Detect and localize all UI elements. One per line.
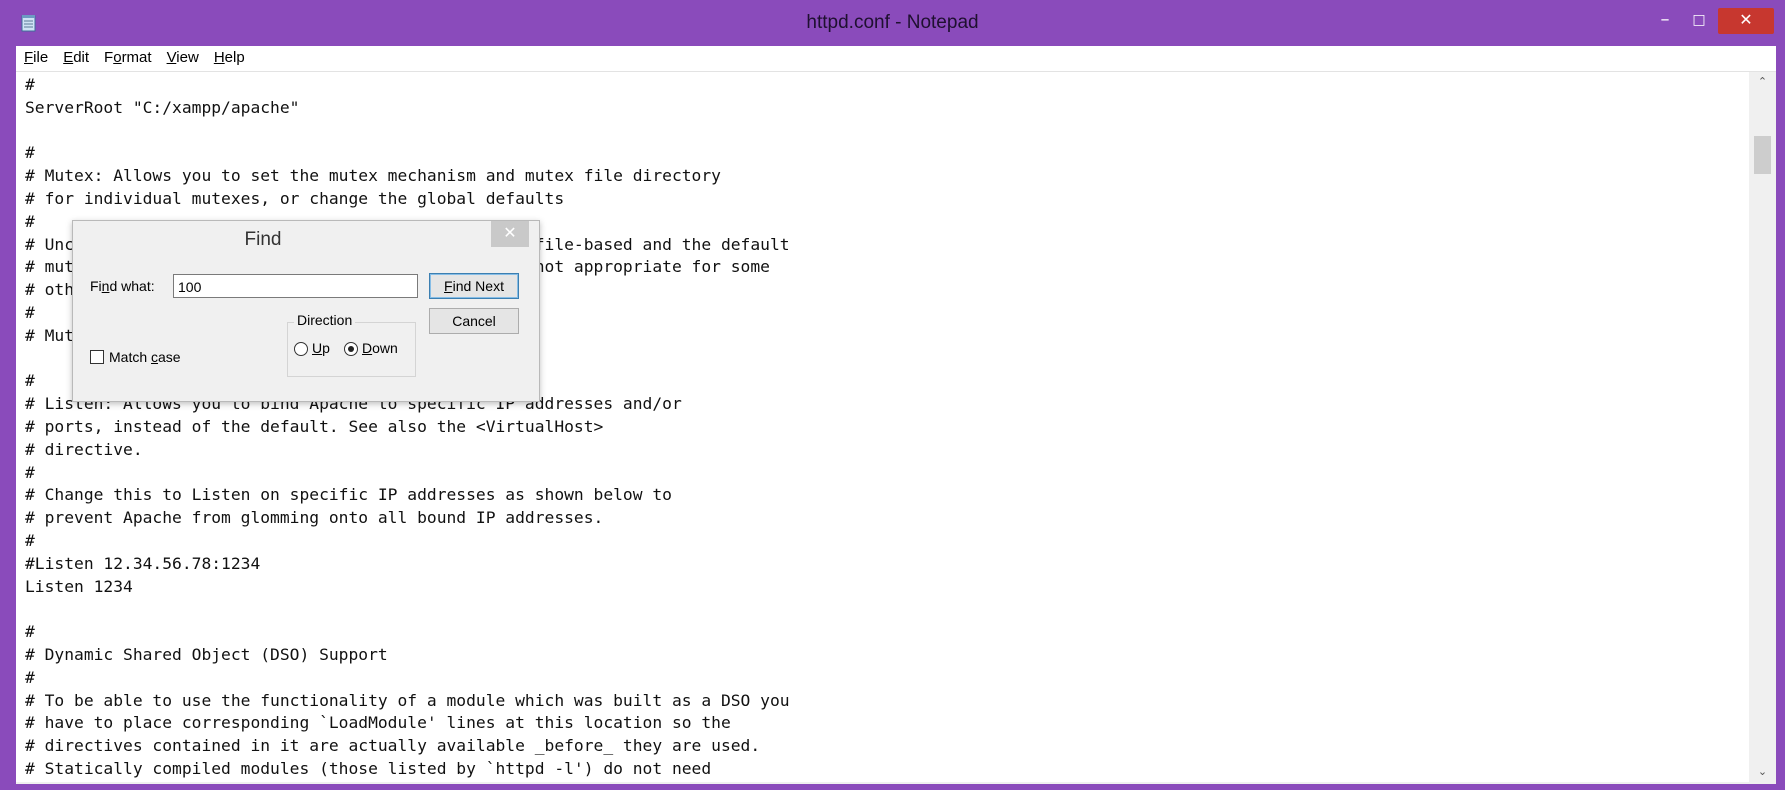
menu-help-label: elp xyxy=(224,49,245,66)
up-accel: U xyxy=(312,340,323,356)
match-case-label-pre: Match xyxy=(109,349,152,365)
match-case-label[interactable]: Match case xyxy=(109,349,181,365)
menu-edit-accel: E xyxy=(63,49,74,66)
match-case-accel: c xyxy=(151,349,159,365)
find-dialog-title: Find xyxy=(244,229,282,250)
find-what-input[interactable]: 100 xyxy=(173,274,418,298)
menu-edit-label: dit xyxy=(73,49,90,66)
find-dialog-close-button[interactable]: ✕ xyxy=(491,221,529,247)
find-next-label: ind Next xyxy=(452,278,504,294)
down-accel: D xyxy=(362,340,373,356)
close-button[interactable]: ✕ xyxy=(1718,8,1774,34)
find-what-label-post: d what: xyxy=(109,278,155,294)
menu-help-accel: H xyxy=(213,49,225,66)
scroll-up-arrow-icon[interactable]: ⌃ xyxy=(1749,72,1776,92)
text-editor[interactable]: # ServerRoot "C:/xampp/apache" # # Mutex… xyxy=(16,72,1749,782)
match-case-checkbox[interactable] xyxy=(90,350,104,364)
menu-format-accel: o xyxy=(113,49,122,66)
minimize-button[interactable]: – xyxy=(1650,8,1680,34)
direction-up-label[interactable]: Up xyxy=(312,340,330,356)
menu-file[interactable]: File xyxy=(16,46,55,66)
find-next-button[interactable]: Find Next xyxy=(429,273,519,299)
find-next-accel: F xyxy=(444,278,453,294)
title-bar[interactable]: httpd.conf - Notepad – □ ✕ xyxy=(0,0,1785,46)
menu-edit[interactable]: Edit xyxy=(55,46,96,66)
scroll-down-arrow-icon[interactable]: ⌄ xyxy=(1749,762,1776,782)
direction-label: Direction xyxy=(294,312,356,328)
menu-view[interactable]: View xyxy=(159,46,206,66)
find-what-label-pre: Fi xyxy=(90,278,102,294)
menu-format-label-pre: F xyxy=(104,49,114,66)
menu-file-accel: F xyxy=(24,49,34,66)
direction-up-radio[interactable] xyxy=(294,342,308,356)
vertical-scrollbar[interactable]: ⌃ ⌄ xyxy=(1749,72,1776,782)
window-bottom-edge xyxy=(16,782,1776,784)
direction-down-label[interactable]: Down xyxy=(362,340,398,356)
maximize-button[interactable]: □ xyxy=(1684,8,1714,34)
menu-format-label: rmat xyxy=(121,49,152,66)
menu-file-label: ile xyxy=(33,49,49,66)
menu-format[interactable]: Format xyxy=(96,46,159,66)
cancel-button[interactable]: Cancel xyxy=(429,308,519,334)
window-title: httpd.conf - Notepad xyxy=(806,12,979,33)
menu-view-accel: V xyxy=(166,49,177,66)
match-case-label-post: ase xyxy=(158,349,181,365)
scroll-thumb[interactable] xyxy=(1754,136,1771,174)
menu-view-label: iew xyxy=(176,49,199,66)
up-label-post: p xyxy=(322,340,330,356)
menu-bar: File Edit Format View Help xyxy=(16,46,1776,72)
menu-help[interactable]: Help xyxy=(206,46,252,66)
notepad-window: httpd.conf - Notepad – □ ✕ File Edit Forma… xyxy=(0,0,1785,790)
direction-down-radio[interactable] xyxy=(344,342,358,356)
find-what-label: Find what: xyxy=(90,278,155,294)
find-dialog: Find ✕ Find what: 100 Find Next Cancel D… xyxy=(72,220,540,402)
radio-selected-dot xyxy=(348,346,354,352)
direction-group: Direction Up Down xyxy=(287,312,416,377)
editor-text[interactable]: # ServerRoot "C:/xampp/apache" # # Mutex… xyxy=(25,74,790,781)
down-label-post: own xyxy=(372,340,398,356)
